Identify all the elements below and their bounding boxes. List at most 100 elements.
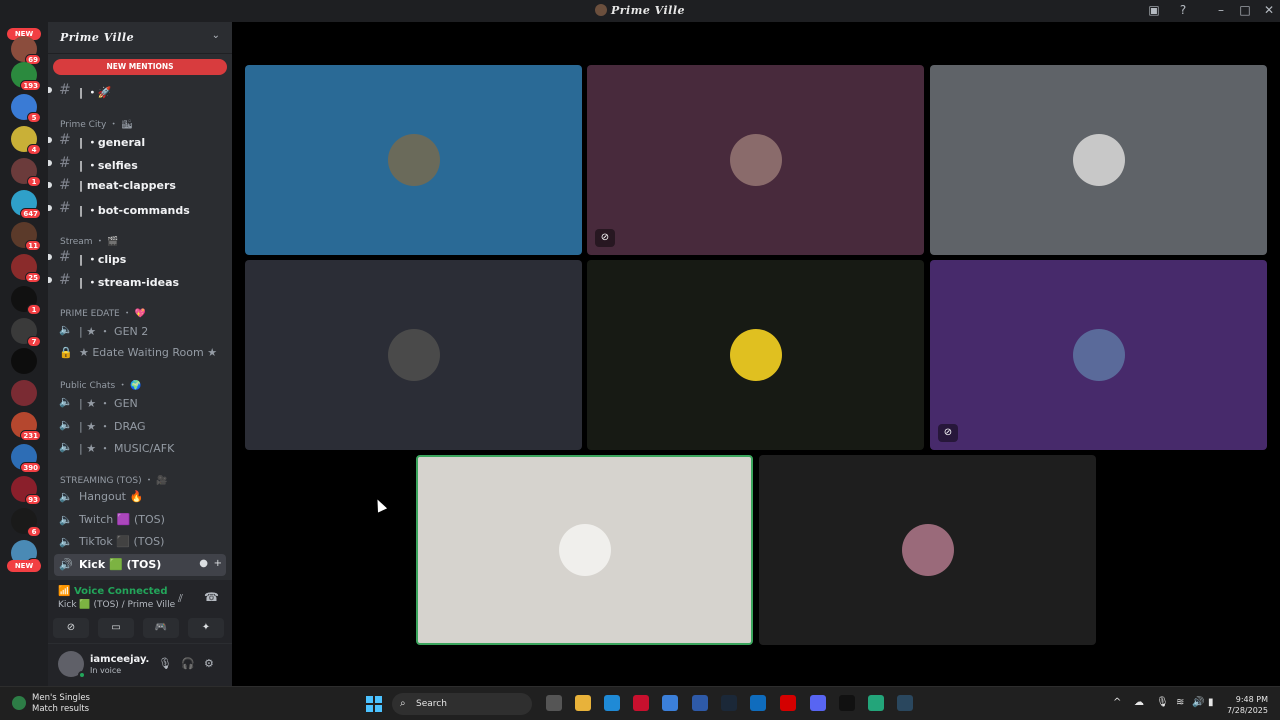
channel-label: Kick 🟩 (TOS) <box>79 558 162 571</box>
participant-tile[interactable] <box>930 65 1267 255</box>
participant-tile[interactable] <box>587 260 924 450</box>
disconnect-icon[interactable]: ☎ <box>204 590 219 604</box>
server-icon[interactable]: 25 <box>11 254 41 283</box>
voice-location[interactable]: Kick 🟩 (TOS) / Prime Ville <box>58 600 175 610</box>
close-button[interactable]: ✕ <box>1261 3 1277 17</box>
category-public-chats[interactable]: Public Chats ・ 🌍 <box>60 378 141 391</box>
steam-2-icon[interactable] <box>897 695 913 711</box>
camera-off-button[interactable]: ⊘ <box>53 618 89 638</box>
participant-avatar <box>387 134 440 186</box>
server-icon[interactable]: 7 <box>11 318 41 347</box>
inbox-icon[interactable]: ▣ <box>1146 3 1162 17</box>
news-subtitle: Match results <box>32 704 90 714</box>
chevron-down-icon: ⌄ <box>211 30 220 41</box>
maximize-button[interactable]: □ <box>1237 3 1253 17</box>
participant-tile[interactable] <box>416 455 753 645</box>
voice-channel-twitch[interactable]: 🔈 Twitch 🟪 (TOS) <box>48 509 232 531</box>
voice-channel-tiktok[interactable]: 🔈 TikTok ⬛ (TOS) <box>48 531 232 553</box>
chat-bubble-icon[interactable]: ● <box>199 558 208 569</box>
app-a-icon[interactable] <box>662 695 678 711</box>
channel-clips[interactable]: # | ・clips <box>48 247 232 269</box>
category-streaming[interactable]: STREAMING (TOS) ・ 🎥 <box>60 473 168 486</box>
server-icon[interactable]: 390 <box>11 444 41 473</box>
voice-channel-edate-waiting[interactable]: 🔒 ★ Edate Waiting Room ★ <box>48 342 232 364</box>
server-icon[interactable] <box>11 380 37 406</box>
server-icon[interactable]: 4 <box>11 126 41 155</box>
edge-icon[interactable] <box>604 695 620 711</box>
new-mentions-pill[interactable]: NEW MENTIONS <box>53 59 227 75</box>
voice-channel-drag[interactable]: 🔈 | ★ ・ DRAG <box>48 414 232 436</box>
server-icon[interactable]: 193 <box>11 62 41 91</box>
server-icon[interactable]: 5 <box>11 94 41 123</box>
category-prime-edate[interactable]: PRIME EDATE ・ 💖 <box>60 306 146 319</box>
app-green-icon[interactable] <box>868 695 884 711</box>
taskbar-search[interactable]: ⌕ Search <box>392 693 532 715</box>
outlook-icon[interactable] <box>750 695 766 711</box>
participant-tile[interactable] <box>245 260 582 450</box>
server-icon[interactable]: 1 <box>11 286 41 315</box>
participant-tile[interactable]: ⊘ <box>930 260 1267 450</box>
channel-general[interactable]: # | ・general <box>48 130 232 152</box>
voice-channel-gen2[interactable]: 🔈 | ★ ・ GEN 2 <box>48 319 232 341</box>
guild-header[interactable]: Prime Ville ⌄ <box>48 22 232 54</box>
onedrive-icon[interactable]: ☁ <box>1134 697 1144 708</box>
channel-selfies[interactable]: # | ・selfies <box>48 153 232 175</box>
headphones-icon[interactable]: 🎧 <box>181 657 195 670</box>
soundboard-button[interactable]: ✦ <box>188 618 224 638</box>
wifi-icon[interactable]: ≋ <box>1176 697 1184 708</box>
user-status: In voice <box>90 666 122 675</box>
participant-tile[interactable]: ⊘ <box>587 65 924 255</box>
clock-time: 9:48 PM <box>1235 695 1268 704</box>
server-icon[interactable]: 11 <box>11 222 41 251</box>
channel-stream-ideas[interactable]: # | ・stream-ideas <box>48 270 232 292</box>
participant-tile[interactable] <box>245 65 582 255</box>
server-icon[interactable]: 647 <box>11 190 41 219</box>
battery-icon[interactable]: ▮ <box>1208 697 1214 708</box>
server-icon[interactable]: 93 <box>11 476 41 505</box>
windows-start-icon[interactable] <box>366 696 382 712</box>
file-explorer-icon[interactable] <box>575 695 591 711</box>
microphone-icon[interactable]: 🎙 <box>158 657 172 670</box>
steam-icon[interactable] <box>721 695 737 711</box>
mcafee-icon[interactable] <box>633 695 649 711</box>
server-icon[interactable]: 231 <box>11 412 41 441</box>
server-icon[interactable]: 6 <box>11 508 41 537</box>
help-icon[interactable]: ? <box>1175 3 1191 17</box>
news-widget[interactable]: Men's Singles Match results <box>12 693 90 715</box>
task-view-icon[interactable] <box>546 695 562 711</box>
voice-connected-status[interactable]: 📶 Voice Connected <box>58 586 168 597</box>
screen-share-button[interactable]: ▭ <box>98 618 134 638</box>
discord-icon[interactable] <box>810 695 826 711</box>
channel-rocket[interactable]: # | ・🚀 <box>48 80 232 102</box>
server-icon[interactable]: 1 <box>11 158 41 187</box>
activity-button[interactable]: 🎮 <box>143 618 179 638</box>
server-icon[interactable] <box>11 348 37 374</box>
muted-mic-icon: ⊘ <box>595 229 615 247</box>
noise-suppression-icon[interactable]: ⫽ <box>178 592 183 606</box>
voice-channel-hangout[interactable]: 🔈 Hangout 🔥 <box>48 486 232 508</box>
minimize-button[interactable]: – <box>1213 3 1229 17</box>
volume-icon[interactable]: 🔊 <box>1192 697 1204 708</box>
microphone-tray-icon[interactable]: 🎙 <box>1156 697 1169 708</box>
speaker-icon: 🔈 <box>59 323 73 336</box>
settings-gear-icon[interactable]: ⚙ <box>204 657 214 670</box>
server-icon[interactable]: 69 <box>11 36 41 65</box>
username[interactable]: iamceejay. <box>90 654 149 665</box>
participant-avatar <box>729 329 782 381</box>
channel-meat-clappers[interactable]: # | meat-clappers <box>48 175 232 197</box>
voice-channel-gen[interactable]: 🔈 | ★ ・ GEN <box>48 391 232 413</box>
youtube-icon[interactable] <box>780 695 796 711</box>
channel-bot-commands[interactable]: # | ・bot-commands <box>48 198 232 220</box>
category-prime-city[interactable]: Prime City ・ 🏙 <box>60 117 132 130</box>
chevron-up-icon[interactable]: ^ <box>1113 697 1121 708</box>
app-l-icon[interactable] <box>692 695 708 711</box>
participant-tile[interactable] <box>759 455 1096 645</box>
tiktok-icon[interactable] <box>839 695 855 711</box>
category-stream[interactable]: Stream ・ 🎬 <box>60 234 119 247</box>
new-badge-bottom[interactable]: NEW <box>7 560 41 572</box>
voice-channel-music-afk[interactable]: 🔈 | ★ ・ MUSIC/AFK <box>48 436 232 458</box>
search-icon: ⌕ <box>400 698 406 709</box>
voice-channel-kick[interactable]: 🔊 Kick 🟩 (TOS) ● + <box>54 554 226 576</box>
invite-icon[interactable]: + <box>214 558 222 569</box>
system-clock[interactable]: 9:48 PM 7/28/2025 <box>1222 694 1268 716</box>
